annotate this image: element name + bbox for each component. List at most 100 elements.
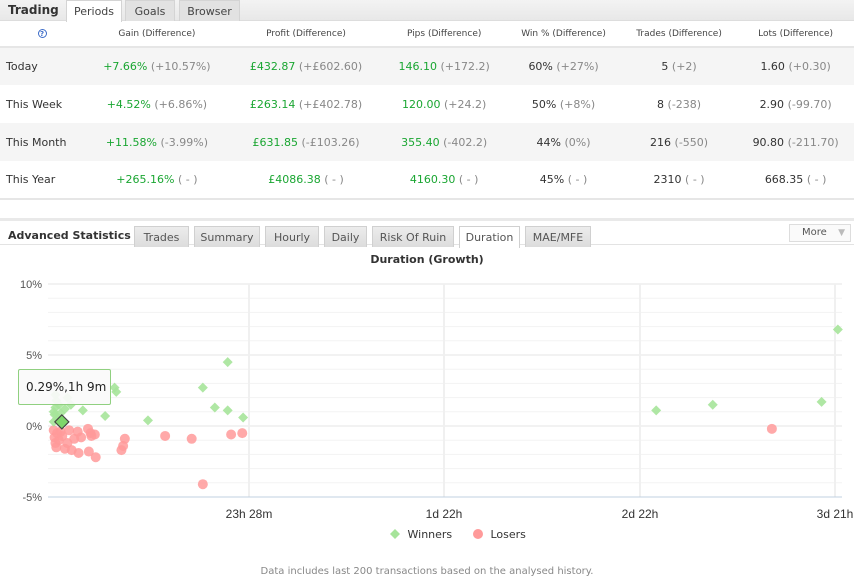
- tab-risk-of-ruin[interactable]: Risk Of Ruin: [372, 226, 454, 247]
- help-icon[interactable]: ?: [37, 28, 47, 38]
- tab-summary[interactable]: Summary: [194, 226, 260, 247]
- cell-gain: +11.58% (-3.99%): [84, 123, 230, 161]
- tab-trades[interactable]: Trades: [134, 226, 189, 247]
- advanced-statistics-bar: Advanced Statistics Trades Summary Hourl…: [0, 218, 854, 248]
- winner-point: [197, 382, 208, 393]
- winner-point: [142, 415, 153, 426]
- pips-value: 120.00: [402, 97, 441, 111]
- column-header-win: Win % (Difference): [506, 21, 621, 48]
- gain-difference: ( - ): [177, 173, 198, 186]
- trades-difference: (+2): [671, 60, 697, 73]
- loser-point: [237, 428, 248, 439]
- winner-point: [816, 396, 827, 407]
- tab-hourly[interactable]: Hourly: [265, 226, 319, 247]
- win-difference: ( - ): [567, 173, 588, 186]
- tab-duration[interactable]: Duration: [459, 226, 520, 248]
- win-value: 44%: [536, 135, 561, 149]
- y-tick-label: 10%: [20, 279, 42, 291]
- tab-browser[interactable]: Browser: [179, 0, 240, 21]
- gain-difference: (+6.86%): [154, 97, 208, 111]
- lots-difference: (-211.70): [787, 135, 839, 149]
- legend-label-winners: Winners: [407, 528, 453, 541]
- section-title-trading: Trading: [8, 3, 59, 17]
- pips-difference: ( - ): [458, 173, 479, 186]
- period-label: Today: [0, 47, 84, 85]
- profit-value: £432.87: [249, 60, 296, 73]
- trades-value: 5: [661, 60, 669, 73]
- cell-trades: 5 (+2): [620, 47, 738, 85]
- table-row: This Week +4.52% (+6.86%) £263.14 (+£402.7…: [0, 85, 854, 123]
- loser-point: [90, 452, 101, 463]
- tab-mae-mfe[interactable]: MAE/MFE: [525, 226, 591, 247]
- tab-periods[interactable]: Periods: [66, 0, 122, 22]
- cell-pips: 120.00 (+24.2): [382, 85, 506, 123]
- gain-value: +7.66%: [103, 60, 148, 73]
- profit-difference: ( - ): [324, 173, 344, 186]
- more-label: More: [802, 227, 827, 238]
- table-row: This Month +11.58% (-3.99%) £631.85 (-£103…: [0, 123, 854, 161]
- table-header-row: ? Gain (Difference) Profit (Difference) …: [0, 21, 854, 48]
- help-header: ?: [0, 21, 84, 48]
- table-row: Today +7.66% (+10.57%) £432.87 (+£602.60) 1…: [0, 47, 854, 85]
- circle-icon: [473, 529, 483, 539]
- chevron-down-icon: ▼: [838, 228, 845, 238]
- winner-point: [222, 357, 233, 368]
- trades-difference: (-238): [667, 97, 702, 111]
- cell-trades: 2310 ( - ): [620, 161, 738, 200]
- loser-point: [186, 433, 197, 444]
- legend-item-winners[interactable]: Winners: [390, 528, 452, 541]
- gain-value: +11.58%: [105, 135, 157, 149]
- top-tab-bar: Trading Periods Goals Browser: [0, 0, 854, 22]
- winner-point: [238, 412, 249, 423]
- winner-point: [100, 411, 111, 422]
- winner-point: [707, 399, 718, 410]
- x-tick-label: 23h 28m: [226, 507, 273, 520]
- tab-goals[interactable]: Goals: [125, 0, 175, 21]
- period-label: This Month: [0, 123, 84, 161]
- loser-point: [226, 429, 237, 440]
- cell-gain: +265.16% ( - ): [84, 161, 230, 200]
- lots-value: 2.90: [759, 97, 785, 111]
- win-value: 60%: [528, 60, 553, 73]
- cell-win: 44% (0%): [506, 123, 621, 161]
- column-header-pips: Pips (Difference): [382, 21, 507, 48]
- win-difference: (0%): [564, 135, 591, 149]
- cell-win: 45% ( - ): [506, 161, 621, 200]
- column-header-profit: Profit (Difference): [229, 21, 383, 48]
- winner-point: [222, 405, 233, 416]
- profit-value: £4086.38: [268, 173, 321, 186]
- pips-difference: (-402.2): [443, 135, 488, 149]
- periods-table: ? Gain (Difference) Profit (Difference) …: [0, 21, 854, 200]
- cell-lots: 90.80 (-211.70): [737, 123, 854, 161]
- x-tick-label: 1d 22h: [426, 507, 463, 520]
- pips-value: 355.40: [401, 135, 440, 149]
- chart-title: Duration (Growth): [370, 253, 484, 266]
- loser-point: [766, 423, 777, 434]
- legend-item-losers[interactable]: Losers: [473, 528, 526, 541]
- loser-point: [76, 432, 87, 443]
- profit-value: £631.85: [252, 135, 298, 149]
- win-value: 45%: [539, 173, 565, 186]
- column-header-lots: Lots (Difference): [737, 21, 854, 48]
- lots-difference: ( - ): [806, 173, 827, 186]
- cell-gain: +4.52% (+6.86%): [84, 85, 230, 123]
- profit-value: £263.14: [249, 97, 296, 111]
- gain-value: +265.16%: [116, 173, 175, 186]
- lots-difference: (-99.70): [787, 97, 832, 111]
- cell-lots: 1.60 (+0.30): [737, 47, 854, 85]
- cell-win: 50% (+8%): [506, 85, 621, 123]
- gain-difference: (+10.57%): [150, 60, 211, 73]
- legend-label-losers: Losers: [490, 528, 526, 541]
- cell-profit: £432.87 (+£602.60): [229, 47, 383, 85]
- advanced-statistics-title: Advanced Statistics: [8, 229, 131, 242]
- tab-daily[interactable]: Daily: [324, 226, 367, 247]
- pips-difference: (+172.2): [440, 60, 490, 73]
- y-tick-label: 5%: [26, 350, 42, 362]
- profit-difference: (+£402.78): [298, 97, 363, 111]
- loser-point: [64, 425, 75, 436]
- period-label: This Year: [0, 161, 84, 200]
- trades-value: 2310: [653, 173, 682, 186]
- x-tick-label: 3d 21h: [817, 507, 854, 520]
- pips-difference: (+24.2): [444, 97, 487, 111]
- more-button[interactable]: More ▼: [789, 224, 851, 242]
